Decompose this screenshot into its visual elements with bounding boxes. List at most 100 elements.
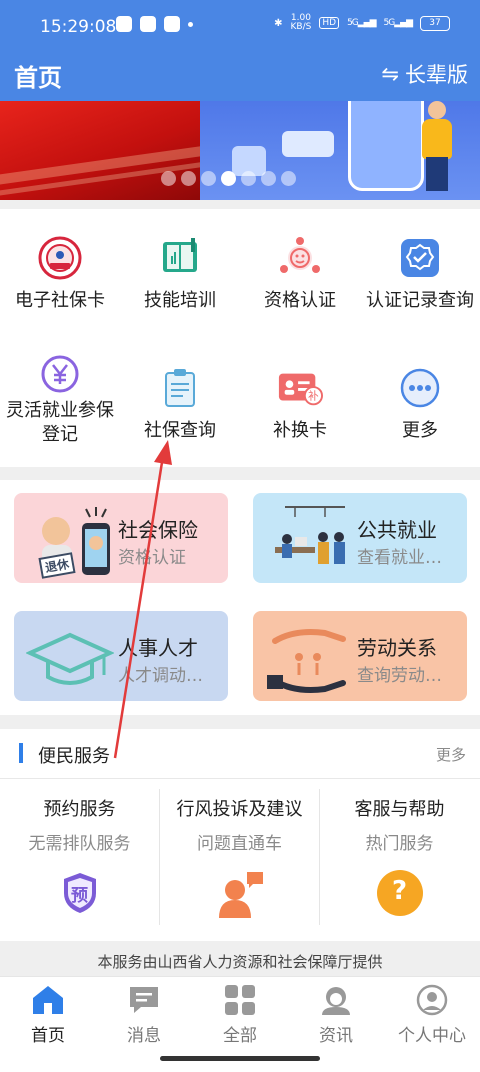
app-notification-icon [140,16,156,32]
tile-title: 社会保险 [118,518,198,542]
battery-icon: 37 [420,15,450,31]
provider-note: 本服务由山西省人力资源和社会保障厅提供 [97,953,383,971]
grid-item-label: 认证记录查询 [366,290,474,311]
service-title: 行风投诉及建议 [176,799,303,820]
signal-1: 5G▂▄▆ [347,18,376,28]
service-subtitle: 无需排队服务 [28,834,131,854]
wechat-icon [116,16,132,32]
grid-item-skill-training[interactable]: 技能培训 [120,235,240,313]
svg-text:补: 补 [308,390,319,403]
service-appointment[interactable]: 预约服务 无需排队服务 预 [0,787,159,927]
category-tiles: 退休 社会保险 资格认证 公共就业 查看就业… 人事人才 人才调动… 劳动关系 … [0,480,480,715]
hands-illustration [265,619,353,695]
grid-item-qualification-auth[interactable]: 资格认证 [240,235,360,313]
person-body [422,119,452,159]
home-indicator[interactable] [160,1056,320,1061]
tab-label: 首页 [31,1026,65,1046]
grid-item-label: 灵活就业参保登记 [6,400,114,445]
message-icon [126,983,162,1017]
tile-personnel-talent[interactable]: 人事人才 人才调动… [14,611,228,701]
grid-item-card-replacement[interactable]: 补 补换卡 [240,365,360,443]
tab-home[interactable]: 首页 [0,983,96,1046]
more-link[interactable]: 更多 [436,744,466,765]
carousel-dot[interactable] [161,171,176,186]
tab-news[interactable]: 资讯 [288,983,384,1046]
social-security-card-icon [37,235,83,281]
top-bar: 15:29:08 ✱ 1.00 KB/S HD 5G▂▄▆ 5G▂▄▆ 37 首… [0,0,480,101]
service-complaint[interactable]: 行风投诉及建议 问题直通车 [160,787,319,927]
status-time: 15:29:08 [40,17,117,37]
face-auth-icon [277,235,323,281]
net-speed-unit: KB/S [290,22,312,32]
grid-item-social-security-query[interactable]: 社保查询 [120,365,240,443]
clipboard-icon [157,365,203,411]
carousel-dot[interactable] [181,171,196,186]
tile-public-employment[interactable]: 公共就业 查看就业… [253,493,467,583]
grid-item-label: 社保查询 [144,420,216,441]
person-head [428,101,446,119]
graduation-cap-icon [25,619,115,695]
tab-label: 资讯 [319,1026,353,1046]
retiree-illustration: 退休 [26,501,114,579]
carousel-dot[interactable] [241,171,256,186]
service-customer-help[interactable]: 客服与帮助 热门服务 ? [320,787,479,927]
banner-card-illustration-2 [282,131,334,157]
service-title: 客服与帮助 [354,799,445,820]
signal-1-label: 5G [347,18,359,28]
badge-check-icon [397,235,443,281]
tab-label: 消息 [127,1026,161,1046]
carousel-dot[interactable] [261,171,276,186]
more-dots-icon [397,365,443,411]
person-speaking-icon [215,868,265,918]
tile-social-insurance[interactable]: 退休 社会保险 资格认证 [14,493,228,583]
person-legs [426,157,448,191]
service-subtitle: 热门服务 [365,834,434,854]
carousel-dot[interactable] [281,171,296,186]
app-notification-icon-2 [164,16,180,32]
hd-badge: HD [319,17,340,29]
tile-title: 公共就业 [357,518,437,542]
banner-phone-illustration [348,101,424,191]
tile-title: 人事人才 [118,636,198,660]
help-icon-label: ? [391,876,408,906]
carousel-dot-active[interactable] [221,171,236,186]
net-speed: 1.00 KB/S [291,14,312,32]
shield-icon-label: 预 [71,885,88,906]
banner-person-illustration [420,101,456,200]
tab-all[interactable]: 全部 [192,983,288,1046]
tab-label: 个人中心 [398,1026,466,1046]
grid-item-e-social-card[interactable]: 电子社保卡 [0,235,120,313]
tile-subtitle: 查询劳动… [357,666,442,686]
signal-2: 5G▂▄▆ [383,18,413,28]
shield-icon: 预 [55,868,105,918]
elder-mode-label: 长辈版 [405,63,468,87]
service-subtitle: 问题直通车 [197,834,282,854]
section-header: 便民服务 更多 [0,729,480,779]
grid-icon [222,983,258,1017]
section-accent-bar [19,743,23,763]
grid-item-label: 技能培训 [144,290,216,311]
more-notifications-dot [188,21,193,27]
grid-item-label: 更多 [402,420,438,441]
id-card-replace-icon: 补 [277,365,323,411]
help-icon: ? [375,868,425,918]
grid-item-label: 电子社保卡 [15,290,105,311]
grid-item-flexible-employment[interactable]: 灵活就业参保登记 [0,351,120,447]
tile-labor-relations[interactable]: 劳动关系 查询劳动… [253,611,467,701]
home-icon [30,983,66,1017]
grid-item-more[interactable]: 更多 [360,365,480,443]
elder-mode-button[interactable]: ⇋ 长辈版 [381,59,468,89]
office-workers-illustration [265,501,353,577]
grid-item-auth-record-query[interactable]: 认证记录查询 [360,235,480,313]
tab-messages[interactable]: 消息 [96,983,192,1046]
carousel-dot[interactable] [201,171,216,186]
tab-profile[interactable]: 个人中心 [384,983,480,1046]
page-title: 首页 [14,64,62,92]
tile-title: 劳动关系 [357,636,437,660]
news-person-icon [318,983,354,1017]
convenience-services: 便民服务 更多 预约服务 无需排队服务 预 行风投诉及建议 问题直通车 客服与帮… [0,729,480,941]
tile-subtitle: 人才调动… [118,666,203,686]
carousel-dots[interactable] [161,171,296,186]
grid-item-label: 资格认证 [264,290,336,311]
status-right: ✱ 1.00 KB/S HD 5G▂▄▆ 5G▂▄▆ 37 [274,14,450,32]
